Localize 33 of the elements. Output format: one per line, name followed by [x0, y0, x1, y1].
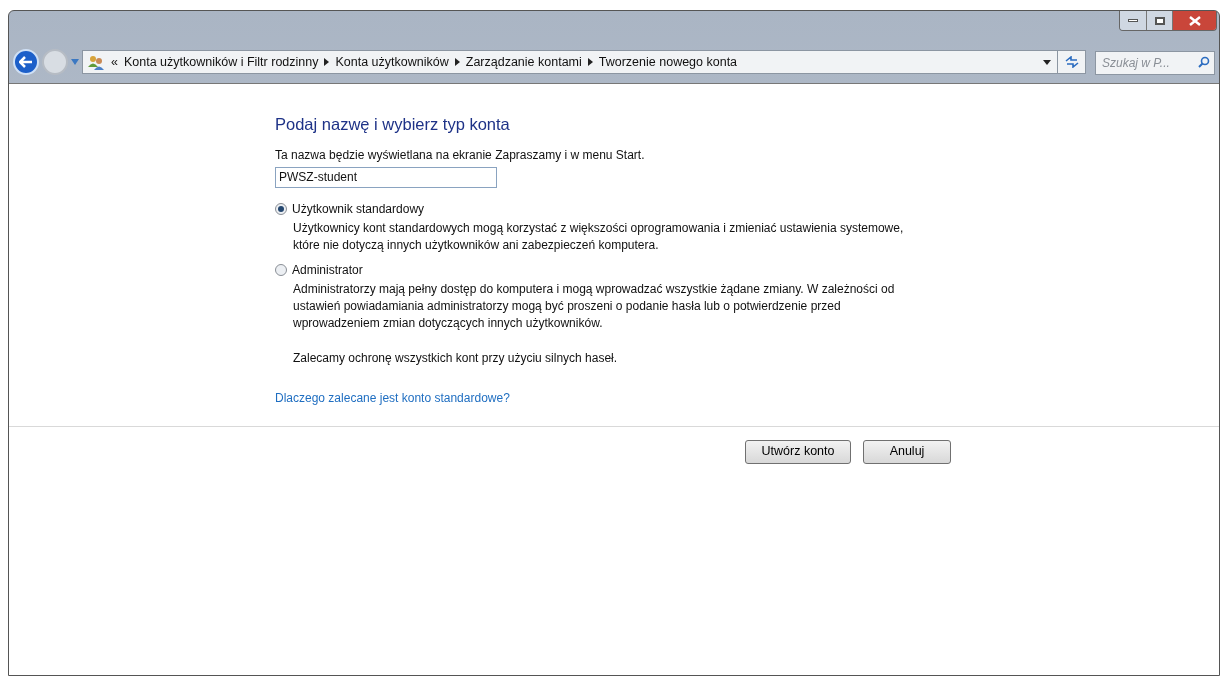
close-icon	[1188, 15, 1201, 26]
dialog-button[interactable]: Utwórz konto	[745, 439, 851, 464]
breadcrumb-item[interactable]: Tworzenie nowego konta	[598, 52, 738, 72]
radio-button[interactable]	[275, 263, 287, 276]
refresh-arrows-icon	[1064, 56, 1079, 68]
search-icon	[1198, 55, 1210, 68]
name-input-field[interactable]: PWSZ-student	[275, 166, 497, 188]
breadcrumb-item[interactable]: Konta użytkowników	[335, 52, 449, 72]
back-button[interactable]	[13, 49, 39, 75]
dialog-button[interactable]: Anuluj	[863, 439, 951, 464]
option-description: Administratorzy mają pełny dostęp do komputera i mogą wprowadzać wszystkie żądane zmiany. W zależności od ustawień powiadamiania administratorzy mogą być proszeni o podanie hasła lub o potwierdzenie przed wprowadzeniem zmian dotyczących innych użytkowników.	[292, 280, 896, 332]
minimize-button[interactable]	[1120, 11, 1146, 30]
chevron-right-icon[interactable]	[324, 58, 330, 66]
left-arrow-icon	[19, 56, 33, 68]
help-link[interactable]: Dlaczego zalecane jest konto standardowe?	[275, 388, 510, 407]
address-bar[interactable]: « Konta użytkowników i Filtr rodzinny Konta użytkowników Zarządzanie kontami Tworzenie nowego konta	[82, 50, 1086, 74]
radio-button[interactable]	[275, 202, 287, 215]
option-description: Użytkownicy kont standardowych mogą korzystać z większości oprogramowania i zmieniać ustawienia systemowe, które nie dotyczą innych użytkowników ani zabezpieczeń komputera.	[292, 219, 905, 254]
breadcrumb-item[interactable]: Zarządzanie kontami	[465, 52, 582, 72]
close-button[interactable]	[1172, 11, 1216, 30]
chevron-right-icon[interactable]	[454, 58, 460, 66]
page-heading: Podaj nazwę i wybierz typ konta	[275, 114, 511, 135]
radio-label[interactable]: Administrator	[292, 260, 363, 279]
search-field[interactable]: Szukaj w P...	[1095, 50, 1215, 75]
users-icon	[87, 54, 105, 70]
breadcrumb-overflow[interactable]: «	[111, 52, 118, 72]
maximize-button[interactable]	[1146, 11, 1172, 30]
chevron-right-icon[interactable]	[587, 58, 593, 66]
name-prompt: Ta nazwa będzie wyświetlana na ekranie Zapraszamy i w menu Start.	[275, 146, 646, 164]
dropdown-caret-icon[interactable]	[1043, 59, 1051, 65]
radio-label[interactable]: Użytkownik standardowy	[292, 199, 425, 218]
recommendation-text: Zalecamy ochronę wszystkich kont przy użyciu silnych haseł.	[292, 349, 619, 367]
breadcrumb-item[interactable]: Konta użytkowników i Filtr rodzinny	[123, 52, 319, 72]
